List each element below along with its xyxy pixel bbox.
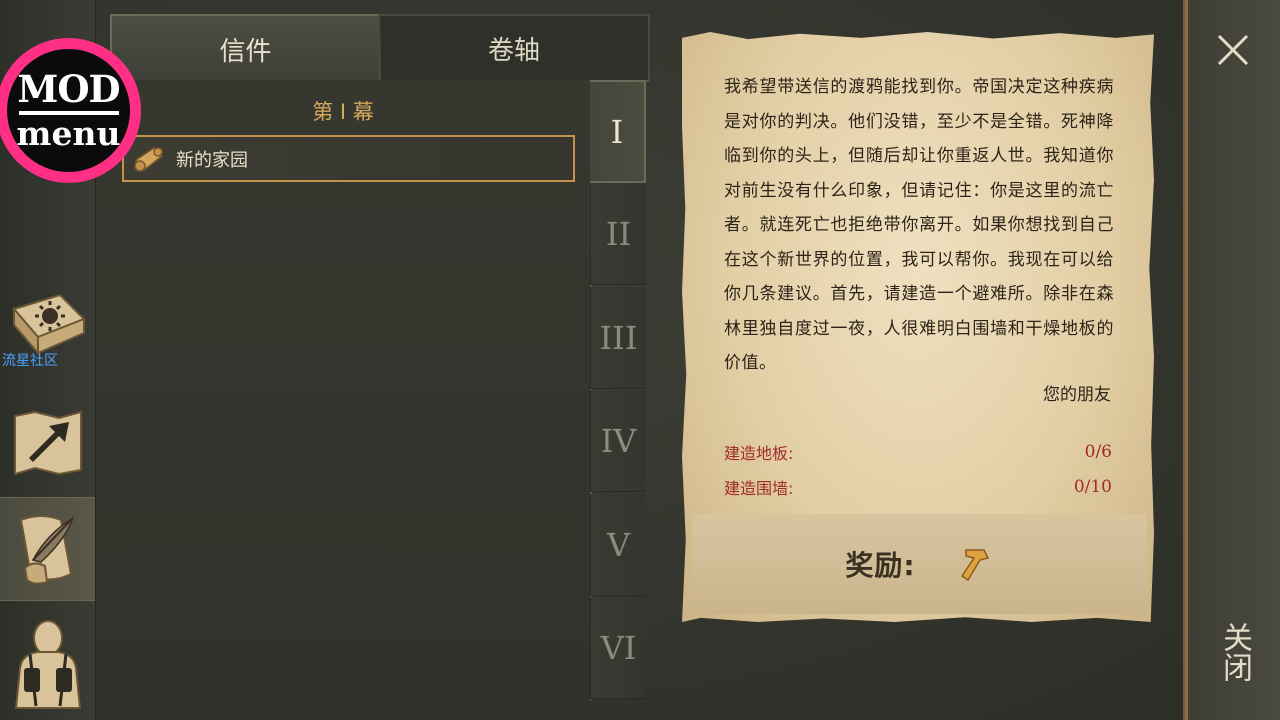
tab-scrolls[interactable]: 卷轴	[378, 14, 650, 82]
task-label: 建造地板:	[724, 444, 794, 463]
tab-letters[interactable]: 信件	[110, 14, 381, 82]
sidebar-character-button[interactable]	[0, 612, 95, 714]
letter-signature: 您的朋友	[1043, 385, 1111, 405]
chapter-tab-3[interactable]: III	[590, 287, 646, 389]
mod-label-line2: menu	[16, 114, 121, 153]
task-label: 建造围墙:	[724, 479, 794, 498]
scroll-quill-icon	[19, 515, 74, 585]
reward-bar: 奖励:	[692, 514, 1147, 614]
reward-label: 奖励:	[845, 549, 916, 582]
backpack-person-icon	[14, 620, 81, 709]
sidebar-map-button[interactable]	[0, 392, 95, 494]
chapter-tab-5[interactable]: V	[590, 494, 646, 596]
quest-item-new-home[interactable]: 新的家园	[122, 135, 575, 182]
sidebar-letters-button[interactable]	[0, 497, 95, 601]
chapter-tab-2[interactable]: II	[590, 183, 646, 285]
game-screen: MOD menu 流星社区 信件 卷轴 第 I 幕 新的家园 I II III …	[0, 0, 1280, 720]
mod-label-line1: MOD	[17, 67, 120, 111]
mod-menu-button[interactable]: MOD menu	[0, 38, 141, 183]
chapter-tab-1[interactable]: I	[590, 80, 646, 183]
watermark-text: 流星社区	[2, 353, 58, 369]
close-icon[interactable]	[1213, 30, 1253, 70]
chapter-tab-6[interactable]: VI	[590, 597, 646, 699]
map-arrow-icon	[13, 410, 82, 476]
close-label[interactable]: 关闭	[1214, 612, 1254, 692]
task-progress: 0/6	[1084, 442, 1112, 462]
task-row: 建造地板: 0/6	[724, 437, 1112, 467]
chapter-tab-4[interactable]: IV	[590, 390, 646, 492]
hammer-icon[interactable]	[954, 544, 994, 584]
quest-item-label: 新的家园	[176, 149, 248, 171]
act-title: 第 I 幕	[312, 100, 374, 124]
letter-body: 我希望带送信的渡鸦能找到你。帝国决定这种疾病是对你的判决。他们没错，至少不是全错…	[724, 77, 1114, 373]
rolled-scroll-icon	[134, 146, 164, 172]
task-row: 建造围墙: 0/10	[724, 472, 1112, 502]
task-progress: 0/10	[1073, 477, 1112, 497]
mod-menu-label: MOD menu	[7, 49, 130, 172]
